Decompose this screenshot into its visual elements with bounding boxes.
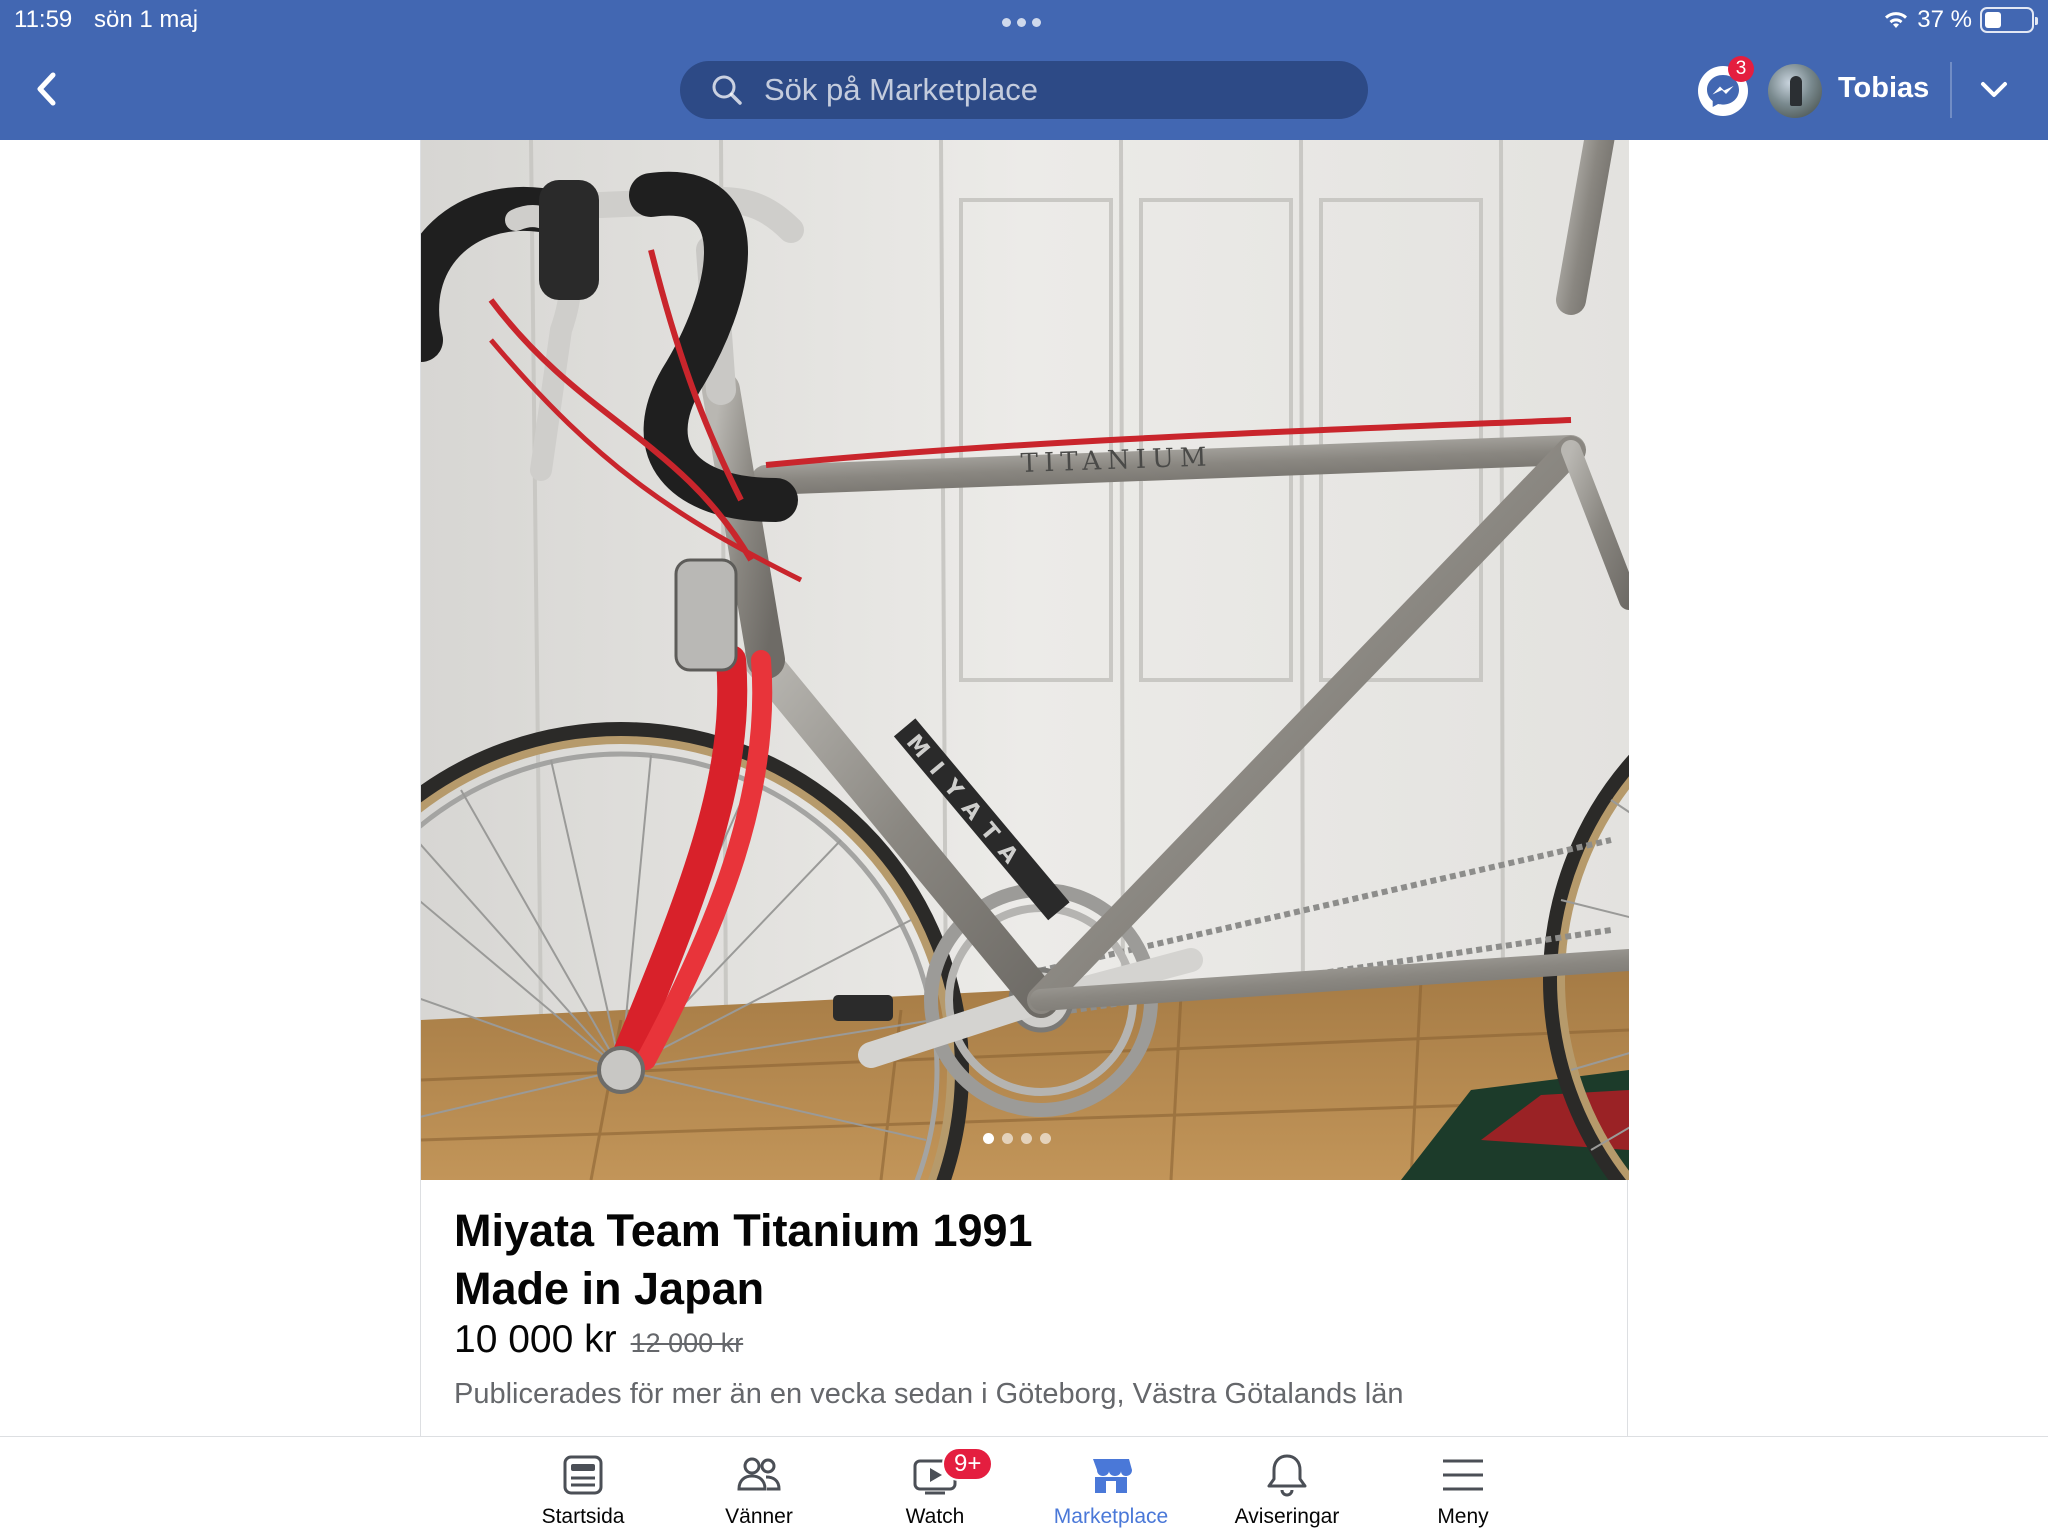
pagination-dot[interactable] [1002, 1133, 1013, 1144]
friends-icon [737, 1457, 781, 1491]
bicycle-photo: TITANIUM MIYATA [421, 140, 1629, 1180]
avatar[interactable] [1768, 64, 1822, 118]
title-line: Miyata Team Titanium 1991 [454, 1205, 1033, 1256]
price-row: 10 000 kr 12 000 kr [454, 1318, 743, 1362]
pagination-dot[interactable] [1040, 1133, 1051, 1144]
photo-pagination[interactable] [983, 1133, 1051, 1144]
bell-icon [1267, 1454, 1307, 1497]
tab-label: Startsida [541, 1505, 625, 1528]
tab-aviseringar[interactable]: Aviseringar [1202, 1451, 1372, 1531]
back-button[interactable] [26, 66, 66, 112]
search-placeholder: Sök på Marketplace [764, 72, 1038, 107]
battery-icon [1980, 7, 2038, 33]
battery-percent: 37 % [1917, 6, 1972, 33]
pagination-dot[interactable] [1021, 1133, 1032, 1144]
original-price: 12 000 kr [630, 1328, 744, 1358]
listing-photo[interactable]: TITANIUM MIYATA [421, 140, 1629, 1180]
menu-icon [1443, 1459, 1483, 1491]
price: 10 000 kr [454, 1318, 617, 1361]
title-line: Made in Japan [454, 1263, 765, 1314]
tab-label: Meny [1437, 1505, 1489, 1528]
tab-label: Watch [905, 1505, 965, 1528]
chevron-down-icon [1981, 82, 2007, 97]
status-time: 11:59 [14, 6, 73, 33]
profile-name[interactable]: Tobias [1838, 72, 1929, 105]
watch-badge: 9+ [942, 1447, 994, 1481]
status-date: sön 1 maj [94, 6, 199, 33]
tab-marketplace[interactable]: Marketplace [1026, 1451, 1196, 1531]
multitasking-dots-icon[interactable] [1002, 18, 1041, 27]
listing-title: Miyata Team Titanium 1991 Made in Japan [454, 1202, 1594, 1318]
news-feed-icon [563, 1455, 603, 1495]
tab-vanner[interactable]: Vänner [674, 1451, 844, 1531]
search-input[interactable]: Sök på Marketplace [680, 61, 1368, 119]
divider [1950, 62, 1952, 118]
listing-card: TITANIUM MIYATA Miyata Team Titanium 199… [420, 140, 1629, 1436]
tab-startsida[interactable]: Startsida [498, 1451, 668, 1531]
tab-label: Aviseringar [1234, 1505, 1340, 1528]
tab-label: Vänner [725, 1505, 793, 1528]
pagination-dot[interactable] [983, 1133, 994, 1144]
chevron-left-icon [37, 72, 56, 106]
top-bar: 11:59 sön 1 maj 37 % Sök på Marketplace … [0, 0, 2048, 140]
account-menu-button[interactable] [1976, 72, 2012, 108]
messenger-badge: 3 [1728, 56, 1754, 82]
listing-meta: Publicerades för mer än en vecka sedan i… [454, 1378, 1404, 1410]
tab-bar: Startsida Vänner Watch Marketplace Avise… [0, 1436, 2048, 1536]
status-right: 37 % [1883, 6, 2038, 34]
tab-watch[interactable]: Watch [850, 1451, 1020, 1531]
battery-level [1985, 12, 2002, 28]
search-icon [712, 75, 742, 105]
tab-label: Marketplace [1053, 1505, 1169, 1528]
marketplace-icon [1093, 1459, 1132, 1493]
tab-meny[interactable]: Meny [1378, 1451, 1548, 1531]
wifi-icon [1885, 12, 1908, 28]
